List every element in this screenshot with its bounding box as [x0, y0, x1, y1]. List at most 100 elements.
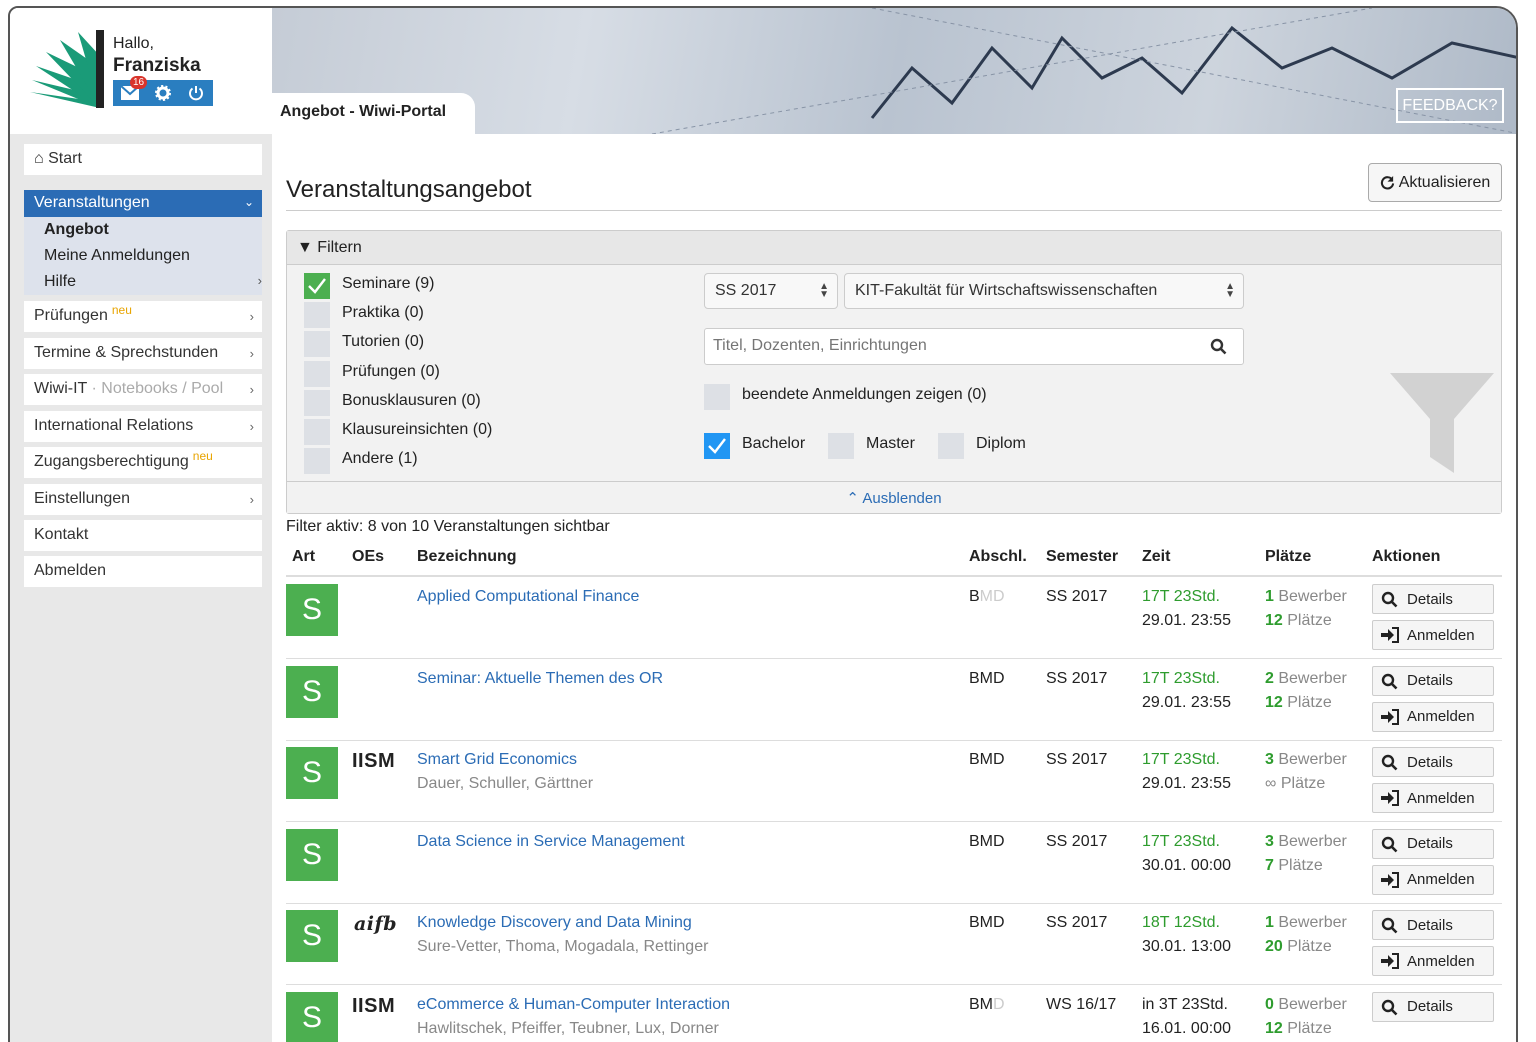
- semester-cell: SS 2017: [1046, 914, 1108, 931]
- sidebar-item-label: Einstellungen: [34, 490, 131, 507]
- register-button[interactable]: Anmelden: [1372, 946, 1494, 976]
- register-button[interactable]: Anmelden: [1372, 620, 1494, 650]
- course-title-link[interactable]: Knowledge Discovery and Data Mining: [417, 914, 692, 932]
- sidebar-item-label: Prüfungen: [34, 307, 108, 324]
- category-checkbox[interactable]: [304, 302, 330, 329]
- deadline: 29.01. 23:55: [1142, 775, 1231, 792]
- degree-label: Master: [866, 435, 915, 452]
- type-badge: S: [286, 584, 338, 636]
- course-lecturers: Sure-Vetter, Thoma, Mogadala, Rettinger: [417, 938, 709, 955]
- refresh-button[interactable]: Aktualisieren: [1368, 163, 1502, 202]
- seat-label: Plätze: [1287, 1019, 1332, 1037]
- collapse-filter-link[interactable]: ⌃ Ausblenden: [287, 481, 1501, 513]
- ended-label: beendete Anmeldungen zeigen (0): [742, 386, 987, 403]
- search-icon: [1210, 338, 1227, 355]
- category-label: Seminare (9): [342, 275, 435, 292]
- degree-checkbox[interactable]: [704, 433, 730, 459]
- seat-label: Plätze: [1287, 938, 1332, 955]
- details-button[interactable]: Details: [1372, 910, 1494, 940]
- page-title: Veranstaltungsangebot: [286, 176, 532, 203]
- app-window: Hallo, Franziska 16 Angebot - Wiwi-Porta…: [8, 6, 1518, 1042]
- sidebar-item-kontakt[interactable]: Kontakt: [24, 520, 262, 551]
- seat-number: 12: [1265, 612, 1283, 629]
- column-header-bezeichnung: Bezeichnung: [417, 548, 517, 565]
- register-label: Anmelden: [1407, 871, 1475, 888]
- course-title-link[interactable]: eCommerce & Human-Computer Interaction: [417, 996, 730, 1014]
- course-title-link[interactable]: Smart Grid Economics: [417, 751, 577, 769]
- register-button[interactable]: Anmelden: [1372, 701, 1494, 732]
- sidebar-item-international[interactable]: International Relations ›: [24, 411, 262, 442]
- seat-number: ∞: [1265, 775, 1277, 792]
- column-header-oes: OEs: [352, 548, 385, 565]
- course-title-link[interactable]: Data Science in Service Management: [417, 833, 685, 851]
- details-button[interactable]: Details: [1372, 828, 1494, 859]
- details-button[interactable]: Details: [1372, 747, 1494, 777]
- mail-button[interactable]: 16: [113, 76, 148, 106]
- checkmark-icon: [708, 438, 726, 454]
- details-button[interactable]: Details: [1372, 584, 1494, 614]
- settings-button[interactable]: [146, 80, 179, 106]
- degree-checkbox[interactable]: [938, 433, 964, 459]
- category-checkbox[interactable]: [304, 273, 330, 299]
- semester-select[interactable]: SS 2017 ▲ ▼: [704, 273, 838, 309]
- sidebar-subitem-meine-anmeldungen[interactable]: Meine Anmeldungen: [44, 247, 190, 265]
- filter-header[interactable]: ▼ Filtern: [287, 231, 1501, 265]
- filter-title: Filtern: [317, 239, 362, 256]
- ended-checkbox[interactable]: [704, 384, 730, 410]
- applicant-count: 0 Bewerber: [1265, 996, 1347, 1014]
- register-label: Anmelden: [1407, 708, 1475, 725]
- faculty-select-value: KIT-Fakultät für Wirtschaftswissenschaft…: [855, 282, 1158, 299]
- category-label: Prüfungen (0): [342, 362, 440, 380]
- sidebar-item-wiwi-it[interactable]: Wiwi-IT · Notebooks / Pool ›: [24, 374, 262, 405]
- course-title-link[interactable]: Applied Computational Finance: [417, 588, 639, 606]
- degree-available: BM: [969, 995, 993, 1013]
- applicant-count: 1 Bewerber: [1265, 588, 1347, 606]
- sidebar-subitem-hilfe[interactable]: Hilfe ›: [44, 273, 262, 291]
- degree-checkbox[interactable]: [828, 433, 854, 459]
- category-checkbox[interactable]: [304, 448, 330, 475]
- sidebar-item-label: Termine & Sprechstunden: [34, 344, 219, 361]
- register-label: Anmelden: [1407, 626, 1475, 644]
- applicant-label: Bewerber: [1278, 588, 1347, 605]
- logout-button[interactable]: [180, 80, 213, 106]
- sidebar-item-einstellungen[interactable]: Einstellungen ›: [24, 484, 262, 515]
- category-checkbox[interactable]: [304, 331, 330, 358]
- register-button[interactable]: Anmelden: [1372, 864, 1494, 895]
- register-button[interactable]: Anmelden: [1372, 783, 1494, 813]
- table-row: S IISM Smart Grid Economics Dauer, Schuller…: [286, 741, 1502, 822]
- details-button[interactable]: Details: [1372, 991, 1494, 1022]
- sidebar-item-zugang[interactable]: Zugangsberechtigung neu: [24, 447, 262, 478]
- degree-cell: BMD: [969, 751, 1005, 769]
- column-header-aktionen: Aktionen: [1372, 548, 1441, 565]
- time-remaining: 17T 23Std.: [1142, 751, 1220, 768]
- semester-select-value: SS 2017: [715, 282, 777, 299]
- search-input[interactable]: [705, 329, 1185, 363]
- category-checkbox[interactable]: [304, 419, 330, 445]
- faculty-select[interactable]: KIT-Fakultät für Wirtschaftswissenschaft…: [844, 273, 1244, 309]
- feedback-button[interactable]: FEEDBACK?: [1396, 88, 1504, 123]
- details-label: Details: [1407, 590, 1453, 608]
- course-title-link[interactable]: Seminar: Aktuelle Themen des OR: [417, 670, 663, 688]
- degree-available: BMD: [969, 832, 1005, 850]
- category-checkbox[interactable]: [304, 389, 330, 416]
- deadline: 16.01. 00:00: [1142, 1019, 1231, 1037]
- sidebar-item-veranstaltungen[interactable]: Veranstaltungen ⌄: [24, 190, 262, 217]
- seat-count: 7 Plätze: [1265, 857, 1323, 875]
- sidebar-item-label: Zugangsberechtigung: [34, 453, 189, 470]
- search-icon: [1381, 999, 1398, 1015]
- institute-logo: IISM: [352, 994, 396, 1017]
- sidebar-item-abmelden[interactable]: Abmelden: [24, 556, 262, 587]
- sidebar-item-label: Kontakt: [34, 526, 89, 543]
- sidebar-item-pruefungen[interactable]: Prüfungen neu ›: [24, 301, 262, 332]
- seat-count: 12 Plätze: [1265, 1020, 1332, 1038]
- category-checkbox[interactable]: [304, 360, 330, 387]
- filter-icon: ▼: [297, 239, 313, 256]
- sidebar-submenu: Angebot Meine Anmeldungen Hilfe ›: [24, 217, 262, 295]
- category-label: Andere (1): [342, 450, 418, 468]
- details-label: Details: [1407, 753, 1453, 771]
- category-label: Praktika (0): [342, 304, 424, 322]
- sidebar-item-start[interactable]: ⌂ Start: [24, 144, 262, 175]
- details-button[interactable]: Details: [1372, 665, 1494, 696]
- sidebar-item-termine[interactable]: Termine & Sprechstunden ›: [24, 338, 262, 369]
- sidebar-subitem-angebot[interactable]: Angebot: [44, 221, 109, 239]
